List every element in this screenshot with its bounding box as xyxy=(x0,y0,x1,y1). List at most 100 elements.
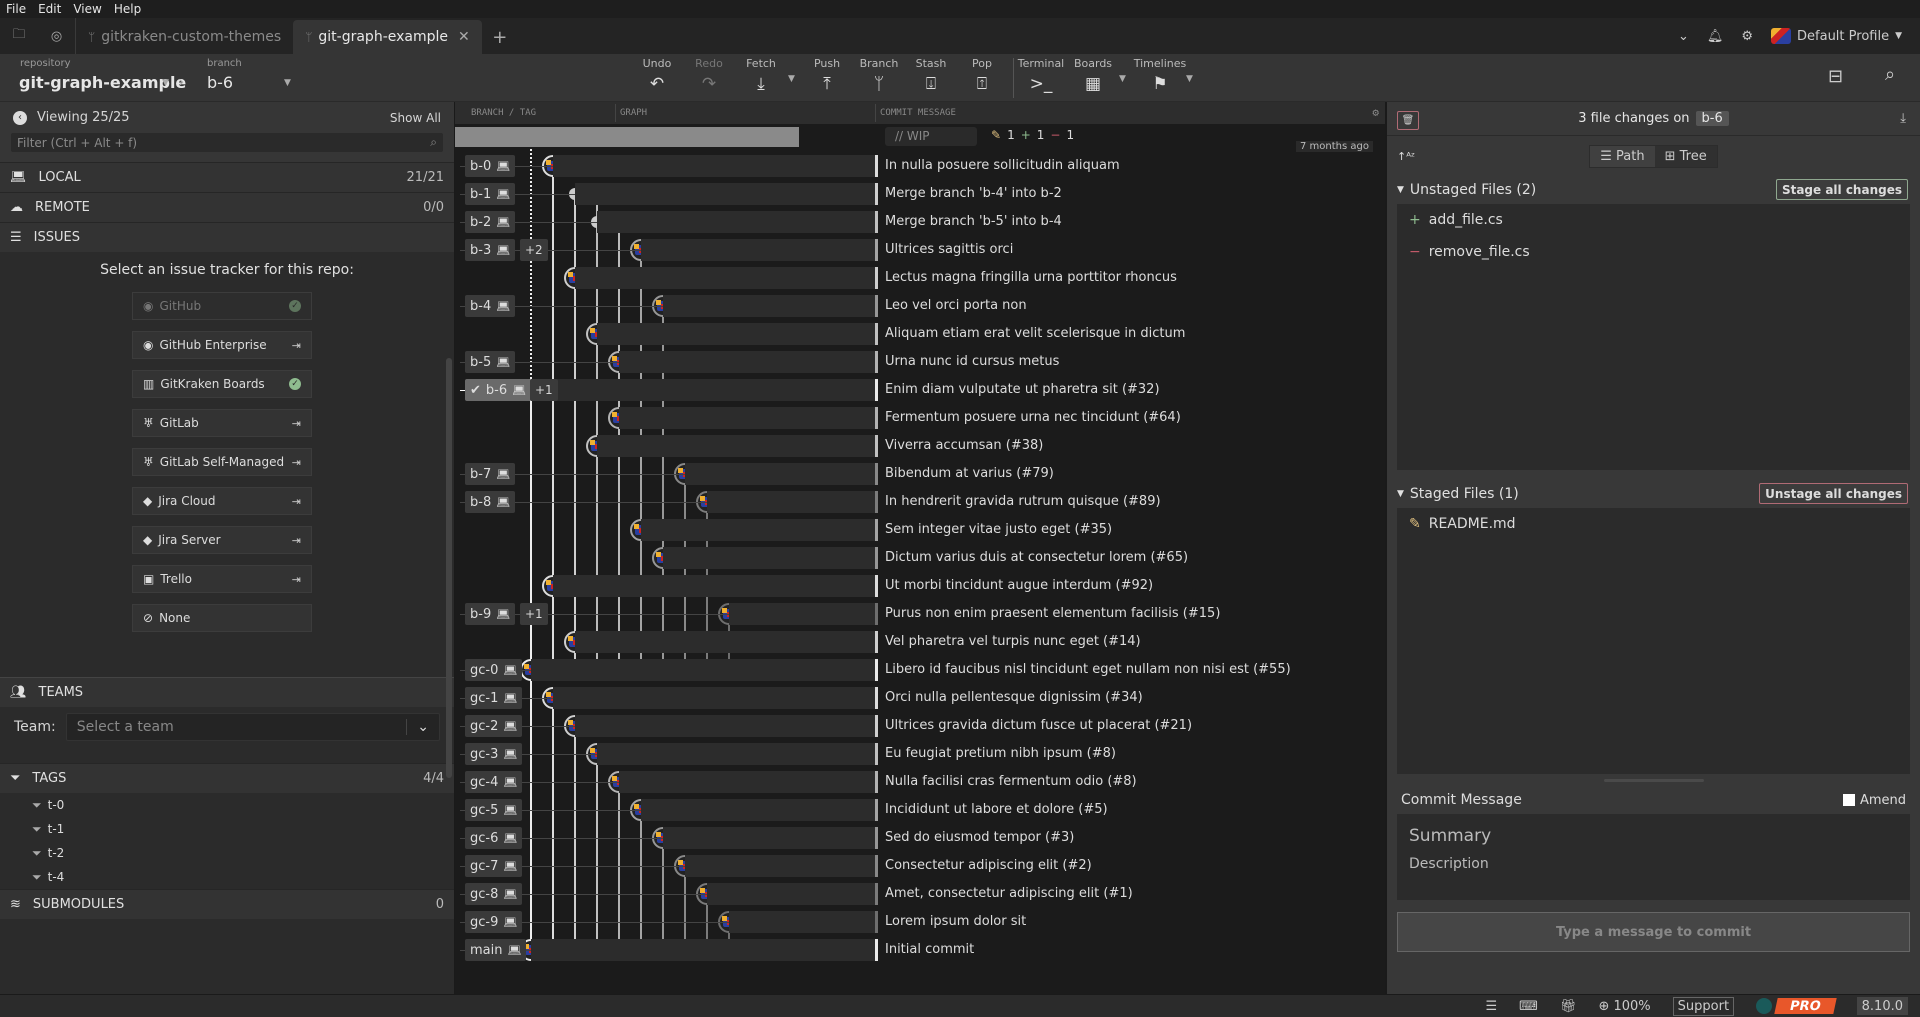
timelines-options-icon[interactable]: ▼ xyxy=(1186,74,1193,84)
team-select[interactable]: Select a team ⌄ xyxy=(65,713,440,741)
section-remote[interactable]: ☁︎ REMOTE 0/0 xyxy=(0,192,454,222)
tracker-github-enterprise[interactable]: ◉ GitHub Enterprise ⇥ xyxy=(132,331,312,359)
branch-label-b-7[interactable]: b-7 💻︎ xyxy=(465,463,516,485)
commit-row[interactable]: Fermentum posuere urna nec tincidunt (#6… xyxy=(455,404,1385,432)
commit-row[interactable]: gc-8 💻︎ Amet, consectetur adipiscing elit … xyxy=(455,880,1385,908)
gear-icon[interactable]: ⚙ xyxy=(1741,29,1753,44)
commit-row[interactable]: gc-4 💻︎ Nulla facilisi cras fermentum odio… xyxy=(455,768,1385,796)
bell-icon[interactable]: 🔔︎ xyxy=(1707,29,1724,44)
tab-gitkraken-custom-themes[interactable]: ᛘ gitkraken-custom-themes xyxy=(76,20,293,54)
branch-label-b-9[interactable]: b-9 💻︎ xyxy=(465,603,516,625)
discard-changes-button[interactable]: 🗑︎ xyxy=(1397,111,1419,130)
file-item[interactable]: − remove_file.cs xyxy=(1397,236,1910,268)
branch-label-b-0[interactable]: b-0 💻︎ xyxy=(465,155,516,177)
column-settings-icon[interactable]: ⚙ xyxy=(1372,106,1379,119)
commit-row[interactable]: gc-0 💻︎ Libero id faucibus nisl tincidunt … xyxy=(455,656,1385,684)
commit-row[interactable]: b-7 💻︎ Bibendum at varius (#79) xyxy=(455,460,1385,488)
fetch-button[interactable]: Fetch ⤓ xyxy=(737,57,785,95)
commit-row[interactable]: main 💻︎ Initial commit xyxy=(455,936,1385,964)
commit-row[interactable]: Viverra accumsan (#38) xyxy=(455,432,1385,460)
stash-button[interactable]: Stash ⍗ xyxy=(907,57,955,95)
tracker-gitlab-self-managed[interactable]: ♅ GitLab Self-Managed ⇥ xyxy=(132,448,312,476)
tracker-none[interactable]: ⊘ None xyxy=(132,604,312,632)
commit-row[interactable]: Dictum varius duis at consectetur lorem … xyxy=(455,544,1385,572)
branch-label-b-1[interactable]: b-1 💻︎ xyxy=(465,183,516,205)
filter-input[interactable]: Filter (Ctrl + Alt + f) ⌕ xyxy=(11,133,443,152)
more-refs-badge[interactable]: +2 xyxy=(520,239,548,261)
branch-caret-icon[interactable]: ▼ xyxy=(284,78,291,88)
repo-caret-icon[interactable]: ▼ xyxy=(162,78,169,88)
menu-file[interactable]: File xyxy=(6,2,26,16)
zoom-level[interactable]: ⊕ 100% xyxy=(1598,999,1650,1014)
undo-button[interactable]: Undo ↶ xyxy=(633,57,681,95)
more-refs-badge[interactable]: +1 xyxy=(520,603,548,625)
timelines-button[interactable]: Timelines ⚑ xyxy=(1134,57,1187,95)
commit-row[interactable]: gc-7 💻︎ Consectetur adipiscing elit (#2) xyxy=(455,852,1385,880)
folder-icon[interactable]: 🗀 xyxy=(0,18,38,54)
branch-label-gc-8[interactable]: gc-8 💻︎ xyxy=(465,883,523,905)
commit-row[interactable]: gc-6 💻︎ Sed do eiusmod tempor (#3) xyxy=(455,824,1385,852)
tracker-jira-cloud[interactable]: ◆ Jira Cloud ⇥ xyxy=(132,487,312,515)
commit-row[interactable]: Sem integer vitae justo eget (#35) xyxy=(455,516,1385,544)
tab-git-graph-example[interactable]: ᛘ git-graph-example ✕ xyxy=(293,20,482,54)
commit-row[interactable]: gc-1 💻︎ Orci nulla pellentesque dignissim … xyxy=(455,684,1385,712)
redo-button[interactable]: Redo ↷ xyxy=(685,57,733,95)
branch-label-gc-7[interactable]: gc-7 💻︎ xyxy=(465,855,523,877)
tracker-gitkraken-boards[interactable]: ▥ GitKraken Boards ✓ xyxy=(132,370,312,398)
file-item[interactable]: + add_file.cs xyxy=(1397,204,1910,236)
boards-options-icon[interactable]: ▼ xyxy=(1119,74,1126,84)
layout-toggle-icon[interactable]: ⊟ xyxy=(1828,66,1843,87)
wip-input[interactable]: // WIP xyxy=(885,127,977,146)
path-view-button[interactable]: ☰ Path xyxy=(1590,145,1655,167)
section-tags[interactable]: ⏷ TAGS 4/4 xyxy=(0,763,454,793)
download-icon[interactable]: ⤓ xyxy=(1900,111,1906,126)
commit-row[interactable]: b-0 💻︎ In nulla posuere sollicitudin aliqu… xyxy=(455,152,1385,180)
commit-row[interactable]: b-8 💻︎ In hendrerit gravida rutrum quisque… xyxy=(455,488,1385,516)
commit-row[interactable]: b-2 💻︎ Merge branch 'b-5' into b-4 xyxy=(455,208,1385,236)
collapse-sidebar-icon[interactable]: ‹ xyxy=(13,110,27,125)
commit-row[interactable]: Aliquam etiam erat velit scelerisque in … xyxy=(455,320,1385,348)
branch-button[interactable]: Branch ᛘ xyxy=(855,57,903,95)
close-tab-icon[interactable]: ✕ xyxy=(458,29,470,45)
fetch-options-icon[interactable]: ▼ xyxy=(788,74,795,84)
commit-row[interactable]: gc-2 💻︎ Ultrices gravida dictum fusce ut p… xyxy=(455,712,1385,740)
branch-selector[interactable]: b-6 xyxy=(207,73,233,92)
tree-view-button[interactable]: ⊞ Tree xyxy=(1655,146,1717,167)
tag-item[interactable]: ⏷ t-4 xyxy=(0,865,454,889)
branch-label-b-3[interactable]: b-3 💻︎ xyxy=(465,239,516,261)
commit-row[interactable]: gc-5 💻︎ Incididunt ut labore et dolore (#5… xyxy=(455,796,1385,824)
menu-help[interactable]: Help xyxy=(114,2,141,16)
sort-icon[interactable]: ↑ᴬᶻ xyxy=(1397,150,1415,163)
branch-label-gc-5[interactable]: gc-5 💻︎ xyxy=(465,799,523,821)
branch-label-gc-1[interactable]: gc-1 💻︎ xyxy=(465,687,523,709)
commit-button[interactable]: Type a message to commit xyxy=(1397,912,1910,952)
amend-checkbox[interactable] xyxy=(1842,794,1855,806)
branch-label-gc-0[interactable]: gc-0 💻︎ xyxy=(465,659,523,681)
description-input[interactable]: Description xyxy=(1409,856,1900,872)
file-item[interactable]: ✎ README.md xyxy=(1397,508,1910,540)
boards-button[interactable]: Boards ▦ xyxy=(1069,57,1117,95)
more-refs-badge[interactable]: +1 xyxy=(530,379,558,401)
commit-row[interactable]: b-9 💻︎ +1 Purus non enim praesent elementum… xyxy=(455,600,1385,628)
branch-label-gc-3[interactable]: gc-3 💻︎ xyxy=(465,743,523,765)
staged-header[interactable]: ▼ Staged Files (1) Unstage all changes xyxy=(1387,480,1920,508)
tracker-jira-server[interactable]: ◆ Jira Server ⇥ xyxy=(132,526,312,554)
commit-row[interactable]: b-1 💻︎ Merge branch 'b-4' into b-2 xyxy=(455,180,1385,208)
branch-label-b-8[interactable]: b-8 💻︎ xyxy=(465,491,516,513)
terminal-button[interactable]: Terminal >_ xyxy=(1017,57,1065,95)
repo-management-icon[interactable]: ◎ xyxy=(38,18,76,54)
section-submodules[interactable]: ≋ SUBMODULES 0 xyxy=(0,889,454,919)
tag-item[interactable]: ⏷ t-1 xyxy=(0,817,454,841)
commit-row[interactable]: gc-3 💻︎ Eu feugiat pretium nibh ipsum (#8) xyxy=(455,740,1385,768)
branch-label-gc-4[interactable]: gc-4 💻︎ xyxy=(465,771,523,793)
tracker-github[interactable]: ◉ GitHub ✓ xyxy=(132,292,312,320)
pop-button[interactable]: Pop ⍐ xyxy=(958,57,1006,95)
tag-item[interactable]: ⏷ t-2 xyxy=(0,841,454,865)
branch-label-gc-6[interactable]: gc-6 💻︎ xyxy=(465,827,523,849)
stage-all-button[interactable]: Stage all changes xyxy=(1775,179,1908,200)
show-all-button[interactable]: Show All xyxy=(390,111,441,125)
branch-label-main[interactable]: main 💻︎ xyxy=(465,939,527,961)
unstaged-header[interactable]: ▼ Unstaged Files (2) Stage all changes xyxy=(1387,176,1920,204)
branch-label-b-4[interactable]: b-4 💻︎ xyxy=(465,295,516,317)
branch-label-b-2[interactable]: b-2 💻︎ xyxy=(465,211,516,233)
